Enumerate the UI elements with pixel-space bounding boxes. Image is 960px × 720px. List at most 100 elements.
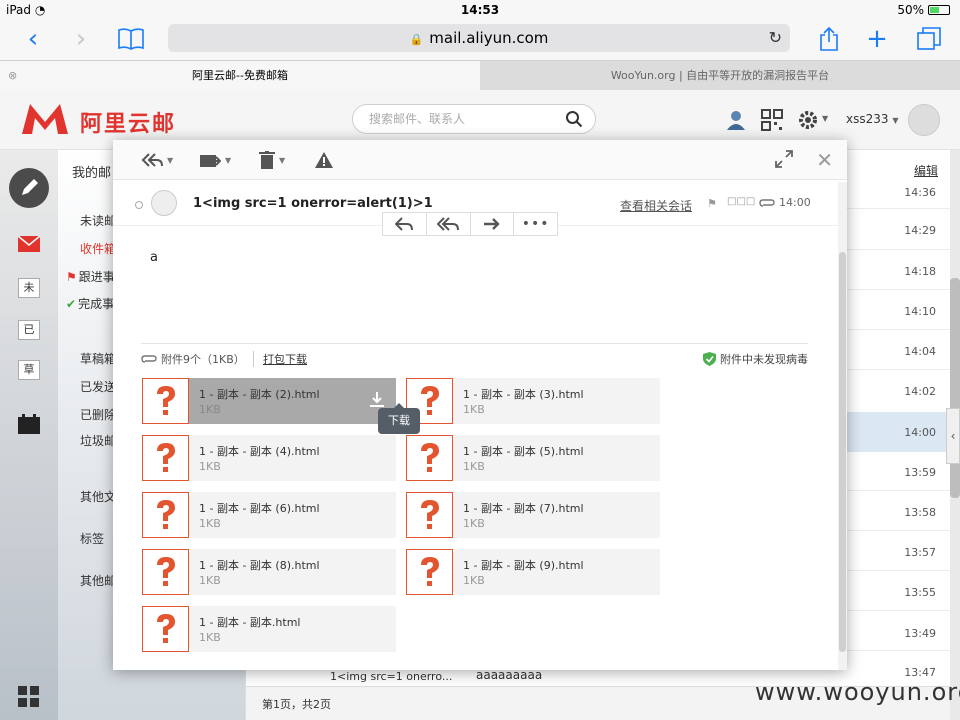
folder-other-files[interactable]: 其他文 — [80, 488, 116, 505]
attachment-card[interactable]: 1 - 副本 - 副本 (7).html 1KB — [406, 492, 660, 538]
move-menu-button[interactable]: ▼ — [199, 150, 231, 170]
attachment-name: 1 - 副本 - 副本 (5).html — [463, 445, 584, 458]
aliyun-mail-logo-icon — [22, 104, 68, 134]
folder-unread[interactable]: 未读邮 — [80, 212, 116, 229]
user-avatar[interactable] — [908, 104, 940, 136]
folder-follow-up[interactable]: ⚑ 跟进事 — [66, 268, 115, 285]
folder-label: 跟进事 — [78, 270, 115, 284]
close-tab-icon[interactable]: ⊗ — [8, 61, 17, 91]
file-question-icon — [142, 435, 189, 481]
rail-unread[interactable]: 未 — [18, 278, 40, 298]
attachment-card[interactable]: 1 - 副本 - 副本.html 1KB — [142, 606, 396, 652]
mail-time: 14:29 — [904, 224, 936, 237]
pack-download-link[interactable]: 打包下载 — [263, 351, 307, 367]
settings-gear-icon[interactable] — [796, 108, 820, 132]
attachment-bar: 附件9个（1KB） 打包下载 附件中未发现病毒 — [141, 351, 808, 369]
attachment-name: 1 - 副本 - 副本 (2).html — [199, 388, 320, 401]
collapse-panel-icon[interactable]: ‹ — [946, 408, 960, 464]
folder-inbox[interactable]: 收件箱 — [80, 240, 116, 257]
attachment-card[interactable]: 1 - 副本 - 副本 (9).html 1KB — [406, 549, 660, 595]
reload-icon[interactable]: ↻ — [769, 24, 782, 52]
back-button[interactable]: ‹ — [16, 24, 50, 54]
calendar-icon[interactable] — [18, 414, 40, 434]
mail-envelope-icon[interactable] — [18, 236, 40, 252]
search-input[interactable]: 搜索邮件、联系人 — [352, 104, 596, 134]
qr-code-icon[interactable] — [760, 108, 784, 132]
forward-button[interactable]: › — [64, 24, 98, 54]
modal-scrollbar-thumb[interactable] — [839, 252, 846, 652]
folder-tags[interactable]: 标签 — [80, 530, 104, 547]
tab-wooyun[interactable]: WooYun.org | 自由平等开放的漏洞报告平台 — [480, 61, 960, 91]
scrollbar-thumb[interactable] — [950, 278, 960, 498]
download-icon[interactable] — [370, 392, 384, 408]
folder-done[interactable]: ✔ 完成事 — [66, 295, 114, 312]
rail-drafts[interactable]: 草 — [18, 360, 40, 380]
attachment-card[interactable]: 1 - 副本 - 副本 (8).html 1KB — [142, 549, 396, 595]
attachment-card[interactable]: 1 - 副本 - 副本 (4).html 1KB — [142, 435, 396, 481]
more-button[interactable]: ••• — [514, 213, 557, 235]
modal-scrollbar[interactable] — [838, 182, 847, 670]
report-spam-button[interactable] — [315, 150, 333, 170]
warning-icon — [315, 152, 333, 168]
edit-link[interactable]: 编辑 — [914, 162, 938, 179]
trash-icon — [259, 151, 275, 169]
reply-icon — [395, 217, 414, 231]
apps-grid-icon[interactable] — [18, 686, 40, 708]
reply-all-icon — [141, 153, 163, 167]
mail-row-preview[interactable]: aaaaaaaaa — [476, 668, 542, 682]
rail-read[interactable]: 已 — [18, 320, 40, 340]
mail-time: 14:18 — [904, 265, 936, 278]
username: xss233 — [846, 112, 889, 126]
folder-deleted[interactable]: 已删除 — [80, 406, 116, 423]
mail-row-subject[interactable]: 1<img src=1 onerro... — [330, 670, 452, 683]
caret-icon: ▼ — [225, 155, 232, 165]
search-icon[interactable] — [565, 110, 583, 128]
mail-body: a — [150, 250, 158, 265]
mail-time: 14:04 — [904, 345, 936, 358]
flag-icon[interactable]: ⚑ — [707, 197, 717, 210]
attachment-card[interactable]: 1 - 副本 - 副本 (2).html 1KB — [142, 378, 396, 424]
reply-all-button[interactable] — [427, 213, 471, 235]
address-bar[interactable]: 🔒 mail.aliyun.com ↻ — [168, 24, 790, 52]
bookmarks-button[interactable] — [114, 24, 148, 54]
unread-dot-icon[interactable] — [135, 201, 143, 209]
attachment-size: 1KB — [463, 460, 485, 473]
folder-title: 我的邮 — [72, 166, 112, 181]
new-tab-button[interactable]: + — [860, 24, 894, 54]
close-icon[interactable]: ✕ — [816, 148, 833, 172]
folder-sent[interactable]: 已发送 — [80, 378, 116, 395]
quick-reply-bar: ••• — [382, 212, 558, 236]
reply-menu-button[interactable]: ▼ — [141, 150, 173, 170]
delete-menu-button[interactable]: ▼ — [259, 150, 285, 170]
tag-boxes[interactable]: □□□ — [727, 196, 755, 207]
forward-button[interactable] — [471, 213, 515, 235]
lock-icon: 🔒 — [409, 33, 424, 46]
url-text: mail.aliyun.com — [429, 29, 549, 47]
flag-icon: ⚑ — [66, 270, 77, 284]
attachment-card[interactable]: 1 - 副本 - 副本 (5).html 1KB — [406, 435, 660, 481]
folder-spam[interactable]: 垃圾邮 — [80, 432, 116, 449]
fullscreen-icon[interactable] — [775, 150, 793, 168]
reply-button[interactable] — [383, 213, 427, 235]
tabs-overview-button[interactable] — [912, 24, 946, 54]
attachment-size: 1KB — [463, 403, 485, 416]
related-conversation-link[interactable]: 查看相关会话 — [620, 197, 692, 214]
settings-caret-icon[interactable]: ▼ — [822, 114, 828, 123]
attachment-card[interactable]: 1 - 副本 - 副本 (6).html 1KB — [142, 492, 396, 538]
search-placeholder: 搜索邮件、联系人 — [369, 112, 466, 126]
mail-time: 14:00 — [904, 426, 936, 439]
folder-drafts[interactable]: 草稿箱 — [80, 350, 116, 367]
browser-tabs: ⊗ 阿里云邮--免费邮箱 WooYun.org | 自由平等开放的漏洞报告平台 — [0, 60, 960, 91]
virus-scan-status: 附件中未发现病毒 — [703, 351, 808, 367]
compose-button[interactable] — [9, 168, 49, 208]
folder-other-mail[interactable]: 其他邮 — [80, 572, 116, 589]
username-menu[interactable]: xss233 ▼ — [846, 112, 899, 126]
share-button[interactable] — [812, 24, 846, 54]
attachment-size: 1KB — [463, 574, 485, 587]
check-icon: ✔ — [66, 297, 77, 311]
contacts-icon[interactable] — [724, 108, 748, 132]
attachment-card[interactable]: 1 - 副本 - 副本 (3).html 1KB — [406, 378, 660, 424]
mail-time: 13:59 — [904, 466, 936, 479]
tab-aliyun-mail[interactable]: ⊗ 阿里云邮--免费邮箱 — [0, 61, 480, 91]
file-question-icon — [142, 606, 189, 652]
